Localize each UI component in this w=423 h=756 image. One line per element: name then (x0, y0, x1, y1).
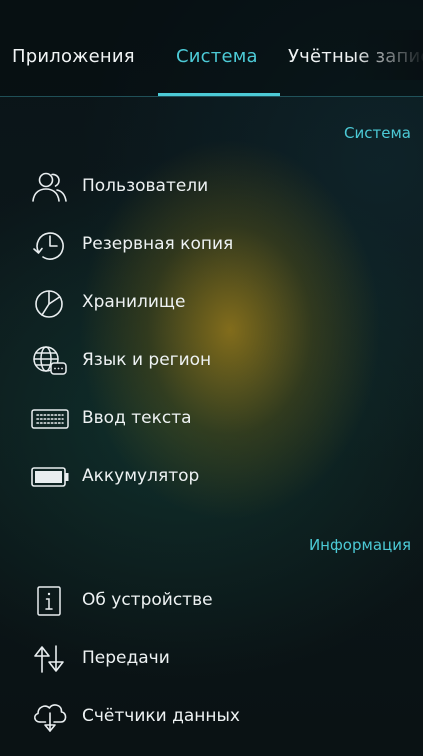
menu-item-label: Резервная копия (82, 234, 234, 254)
menu-item-label: Передачи (82, 648, 170, 668)
menu-item-label: Аккумулятор (82, 466, 200, 486)
backup-clock-icon (30, 228, 70, 262)
tab-system[interactable]: Система (176, 46, 258, 67)
menu-item-language-region[interactable]: Язык и регион (0, 336, 423, 386)
users-icon (30, 170, 70, 204)
tab-bar: Приложения Система Учётные записи (0, 0, 423, 97)
menu-item-backup[interactable]: Резервная копия (0, 220, 423, 270)
storage-pie-icon (30, 286, 70, 320)
keyboard-icon (30, 402, 70, 436)
section-header-info: Информация (308, 536, 411, 554)
menu-item-label: Ввод текста (82, 408, 192, 428)
active-tab-indicator (158, 93, 280, 96)
menu-item-label: Пользователи (82, 176, 209, 196)
menu-item-transfers[interactable]: Передачи (0, 634, 423, 684)
tab-overflow-fade (353, 30, 423, 80)
battery-icon (30, 460, 70, 494)
menu-item-label: Об устройстве (82, 590, 213, 610)
info-icon (30, 584, 70, 618)
cloud-download-icon (30, 700, 70, 734)
language-globe-icon (30, 344, 70, 378)
menu-item-label: Счётчики данных (82, 706, 240, 726)
menu-item-about-device[interactable]: Об устройстве (0, 576, 423, 626)
menu-item-text-input[interactable]: Ввод текста (0, 394, 423, 444)
menu-item-storage[interactable]: Хранилище (0, 278, 423, 328)
menu-item-label: Хранилище (82, 292, 186, 312)
settings-screen: Приложения Система Учётные записи Систем… (0, 0, 423, 756)
menu-item-data-counters[interactable]: Счётчики данных (0, 692, 423, 742)
tab-applications[interactable]: Приложения (12, 46, 135, 67)
section-header-system: Система (344, 124, 411, 142)
menu-item-users[interactable]: Пользователи (0, 162, 423, 212)
menu-item-label: Язык и регион (82, 350, 212, 370)
menu-item-battery[interactable]: Аккумулятор (0, 452, 423, 502)
transfers-icon (30, 642, 70, 676)
